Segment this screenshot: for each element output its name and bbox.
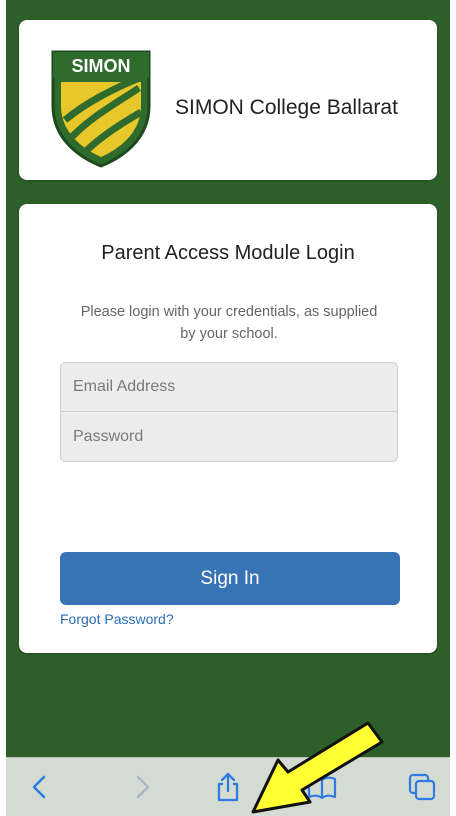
forward-icon[interactable] [126, 771, 158, 803]
sign-in-button[interactable]: Sign In [60, 552, 400, 605]
tabs-icon[interactable] [406, 771, 438, 803]
password-field[interactable] [60, 412, 398, 462]
school-logo: SIMON [51, 50, 151, 168]
back-icon[interactable] [24, 771, 56, 803]
school-header-card: SIMON SIMON College Ballarat [19, 20, 437, 180]
share-icon[interactable] [212, 771, 244, 803]
login-title: Parent Access Module Login [101, 242, 355, 264]
school-name: SIMON College Ballarat [175, 96, 398, 119]
logo-text: SIMON [71, 56, 130, 76]
email-field[interactable] [60, 362, 398, 412]
login-subtitle: Please login with your credentials, as s… [80, 304, 378, 342]
forgot-password-link[interactable]: Forgot Password? [60, 611, 174, 627]
login-card: Parent Access Module Login Please login … [19, 204, 437, 653]
annotation-arrow-icon [251, 721, 384, 814]
